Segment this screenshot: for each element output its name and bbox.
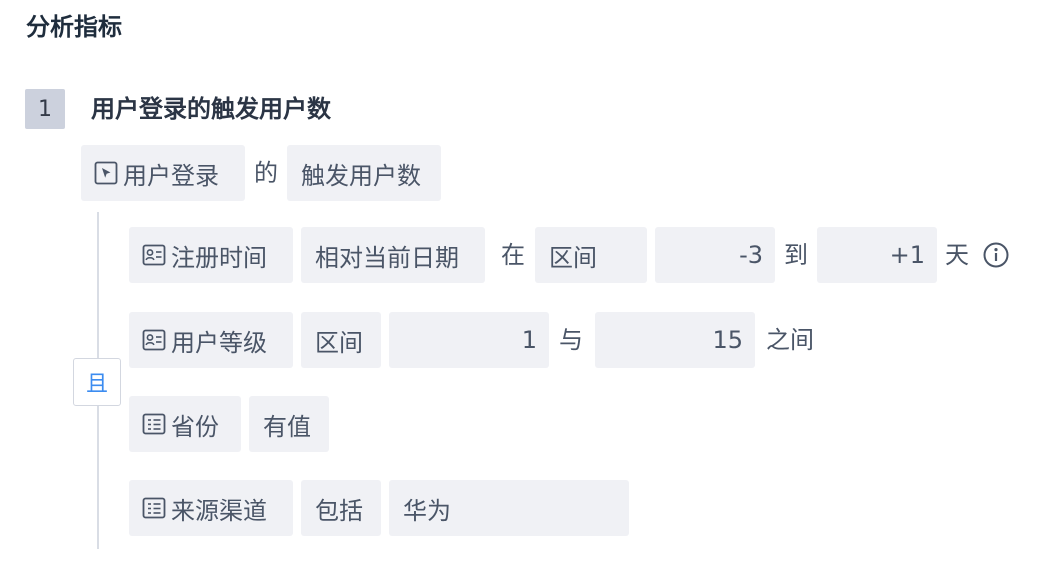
to-label: 到 [784, 241, 808, 269]
cursor-click-icon [93, 160, 119, 186]
measure-selector-label: 触发用户数 [301, 161, 421, 190]
filter-operator-select[interactable]: 包括 [301, 480, 381, 536]
and-or-toggle[interactable]: 且 [73, 358, 121, 406]
range-to-value: +1 [889, 241, 925, 269]
metric-index-badge: 1 [25, 89, 65, 129]
user-card-icon [141, 242, 167, 268]
filter-operator-select[interactable]: 有值 [249, 396, 329, 452]
filter-property-label: 来源渠道 [171, 496, 267, 525]
info-circle-icon[interactable] [982, 241, 1010, 269]
range-to-input[interactable]: 15 [595, 312, 755, 368]
filter-value-label: 华为 [403, 496, 451, 525]
filter-property-select[interactable]: 用户等级 [129, 312, 293, 368]
filter-operator-label: 区间 [315, 328, 363, 357]
event-selector[interactable]: 用户登录 [81, 145, 245, 201]
between-label: 之间 [766, 326, 814, 354]
filter-property-label: 用户等级 [171, 328, 267, 357]
filter-operator-label: 区间 [549, 243, 597, 272]
filter-property-label: 省份 [171, 412, 219, 441]
list-card-icon [141, 411, 167, 437]
filter-operator-label: 有值 [263, 412, 311, 441]
filter-value-select[interactable]: 华为 [389, 480, 629, 536]
filter-property-select[interactable]: 注册时间 [129, 227, 293, 283]
filter-operator-select[interactable]: 区间 [535, 227, 647, 283]
event-selector-label: 用户登录 [123, 161, 219, 190]
range-from-input[interactable]: -3 [655, 227, 775, 283]
metric-title[interactable]: 用户登录的触发用户数 [91, 90, 331, 128]
range-from-input[interactable]: 1 [389, 312, 549, 368]
and-label: 与 [559, 326, 583, 354]
range-to-input[interactable]: +1 [817, 227, 937, 283]
in-label: 在 [501, 241, 525, 269]
filter-property-label: 注册时间 [171, 243, 267, 272]
range-from-value: -3 [739, 241, 763, 269]
user-card-icon [141, 327, 167, 353]
range-from-value: 1 [521, 326, 537, 354]
filter-property-select[interactable]: 来源渠道 [129, 480, 293, 536]
range-to-value: 15 [712, 326, 743, 354]
filter-mode-select[interactable]: 相对当前日期 [301, 227, 485, 283]
unit-label: 天 [945, 241, 969, 269]
measure-selector[interactable]: 触发用户数 [287, 145, 441, 201]
section-title: 分析指标 [26, 13, 122, 41]
list-card-icon [141, 495, 167, 521]
filter-operator-select[interactable]: 区间 [301, 312, 381, 368]
filter-operator-label: 包括 [315, 496, 363, 525]
filter-property-select[interactable]: 省份 [129, 396, 241, 452]
filter-mode-label: 相对当前日期 [315, 243, 459, 272]
of-label: 的 [254, 159, 278, 187]
